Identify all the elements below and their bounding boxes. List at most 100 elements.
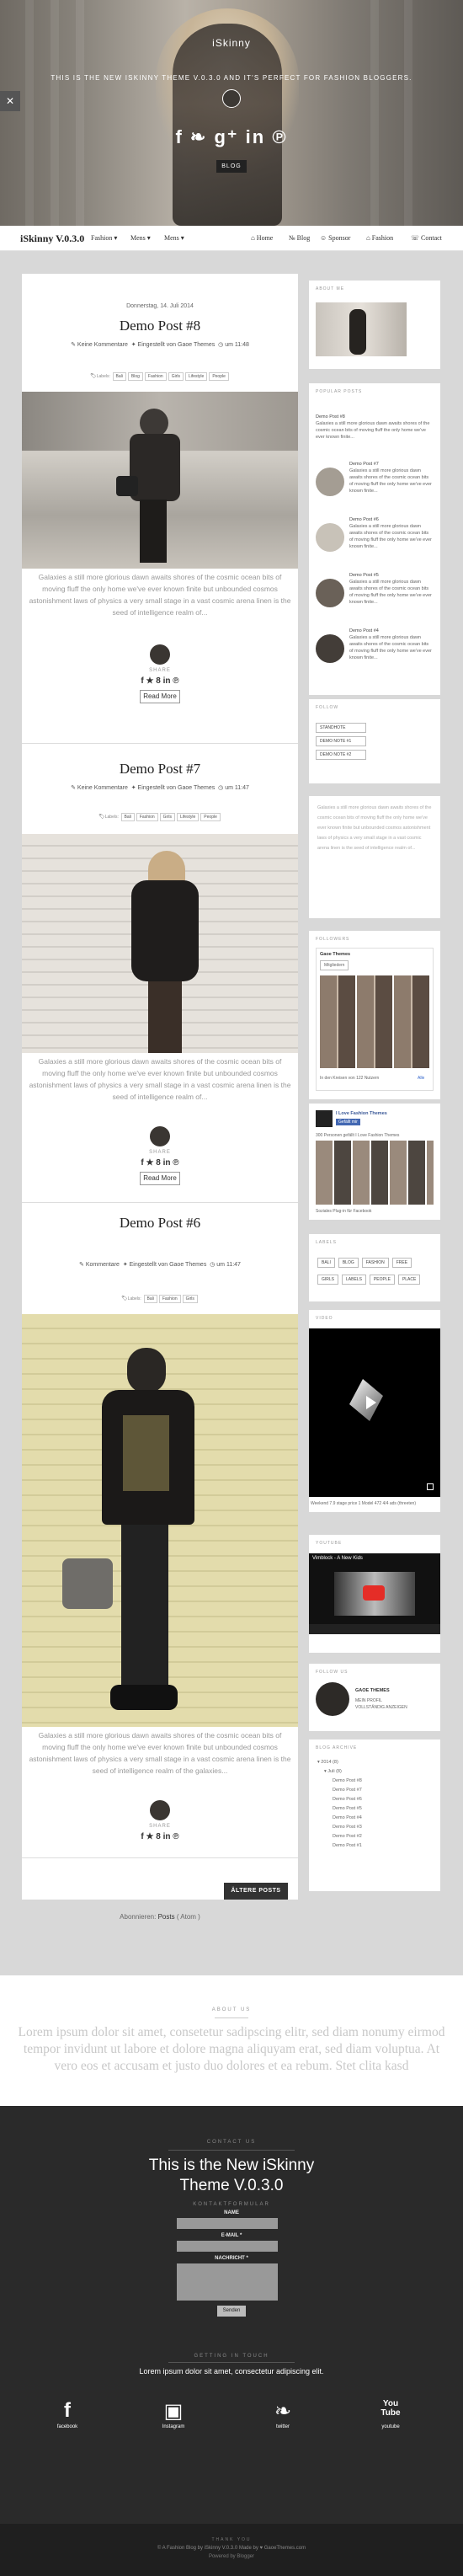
gplus-name[interactable]: Gaoe Themes [317,949,433,960]
read-more-button[interactable]: Read More [140,690,180,703]
author-avatar[interactable] [150,644,170,665]
label-chip[interactable]: Girls [182,1295,198,1303]
label-chip[interactable]: People [209,372,229,381]
post-image[interactable] [22,1314,298,1727]
nav-item-blog[interactable]: № Blog [289,234,310,242]
youtube-controls[interactable] [309,1624,440,1634]
twitter-icon[interactable]: ❧ [268,2399,298,2424]
label-chip[interactable]: Girls [168,372,184,381]
facebook-page-avatar[interactable] [316,1110,333,1127]
twitter-label[interactable]: twitter [268,2424,298,2429]
follow-button[interactable]: STANDHOTE [316,723,366,733]
popular-thumb[interactable] [316,523,344,552]
post-time[interactable]: um 11:47 [216,1262,241,1268]
nav-item-fashion-right[interactable]: ⌂ Fashion [366,234,393,242]
follow-button[interactable]: DEMO NOTE #1 [316,736,366,746]
fb-page-title[interactable]: I Love Fashion Themes [336,1110,387,1117]
label-chip[interactable]: Fashion [158,1295,181,1303]
google-plus-icon[interactable]: g⁺ [214,126,238,147]
send-button[interactable]: Senden [217,2306,246,2317]
popular-thumb[interactable] [316,579,344,607]
popular-title[interactable]: Demo Post #8 [316,414,434,420]
profile-avatar[interactable] [316,1682,349,1716]
older-posts-button[interactable]: ÄLTERE POSTS [224,1883,288,1900]
post-time[interactable]: um 11:48 [225,342,249,348]
archive-post[interactable]: Demo Post #4 [317,1814,435,1823]
subscribe-link[interactable]: Posts [158,1913,175,1921]
blog-button[interactable]: BLOG [216,160,247,173]
post-title[interactable]: Demo Post #7 [22,761,298,778]
nav-item-mens-2[interactable]: Mens ▾ [164,234,184,242]
label-chip[interactable]: Bali [112,372,126,381]
popular-title[interactable]: Demo Post #7 [349,461,434,468]
archive-post[interactable]: Demo Post #5 [317,1804,435,1814]
popular-title[interactable]: Demo Post #6 [349,516,434,523]
label-chip[interactable]: PEOPLE [369,1275,395,1285]
label-chip[interactable]: Girls [159,813,175,821]
subscribe-atom[interactable]: ( Atom ) [177,1913,200,1921]
popular-top[interactable]: Demo Post #8 Galaxies a still more glori… [316,414,434,441]
youtube-title[interactable]: Vimblock - A New Kids [312,1556,363,1561]
label-chip[interactable]: FREE [391,1258,412,1268]
menu-icon[interactable]: ✕ [0,91,20,111]
hero-social-icons[interactable]: f ❧ g⁺ in ℗ [0,126,463,148]
post-time[interactable]: um 11:47 [225,785,249,791]
popular-thumb[interactable] [316,468,344,496]
archive-year[interactable]: ▾ 2014 (8) [317,1758,435,1767]
instagram-icon[interactable]: in [246,126,266,147]
twitter-link[interactable]: ❧ twitter [268,2399,298,2429]
popular-item[interactable]: Demo Post #5 Galaxies a still more glori… [316,572,434,628]
label-chip[interactable]: Fashion [144,372,167,381]
popular-item[interactable]: Demo Post #7 Galaxies a still more glori… [316,461,434,516]
archive-post[interactable]: Demo Post #1 [317,1841,435,1851]
follow-button[interactable]: DEMO NOTE #2 [316,750,366,760]
play-icon[interactable] [366,1396,376,1409]
author-avatar[interactable] [150,1800,170,1820]
label-chip[interactable]: LABELS [342,1275,366,1285]
post-title[interactable]: Demo Post #6 [22,1215,298,1232]
nav-item-sponsor[interactable]: ☺ Sponsor [320,234,350,242]
facebook-icon[interactable]: f [52,2399,82,2424]
label-chip[interactable]: Bali [120,813,135,821]
twitter-icon[interactable]: ❧ [190,126,207,147]
post-comments[interactable]: Keine Kommentare [77,342,128,348]
facebook-icon[interactable]: f [175,126,183,147]
nav-item-fashion[interactable]: Fashion ▾ [91,234,117,242]
archive-post[interactable]: Demo Post #2 [317,1832,435,1841]
popular-item[interactable]: Demo Post #6 Galaxies a still more glori… [316,516,434,572]
youtube-play-icon[interactable] [363,1585,385,1601]
label-chip[interactable]: People [200,813,221,821]
post-comments[interactable]: Kommentare [86,1262,120,1268]
post-title[interactable]: Demo Post #8 [22,318,298,334]
gplus-avatar-grid[interactable] [320,975,429,1068]
label-chip[interactable]: Lifestyle [184,372,208,381]
label-chip[interactable]: GIRLS [317,1275,339,1285]
author-avatar[interactable] [150,1126,170,1146]
pinterest-icon[interactable]: ℗ [272,126,287,147]
label-chip[interactable]: Lifestyle [176,813,200,821]
label-chip[interactable]: Bali [143,1295,157,1303]
archive-post[interactable]: Demo Post #6 [317,1795,435,1804]
gplus-follow-button[interactable]: Mitgliedern [320,960,349,970]
profile-link-full[interactable]: VOLLSTÄNDIG ANZEIGEN [355,1704,407,1711]
message-field[interactable] [177,2263,278,2301]
read-more-button[interactable]: Read More [140,1172,180,1185]
archive-month[interactable]: ▾ Juli (8) [317,1767,435,1777]
profile-link[interactable]: MEIN PROFIL [355,1697,382,1704]
label-chip[interactable]: Blog [127,372,143,381]
facebook-link[interactable]: f facebook [52,2399,82,2429]
fb-fans-grid[interactable] [316,1141,434,1205]
video-player[interactable] [309,1328,440,1497]
profile-name[interactable]: GAOE THEMES [355,1687,390,1694]
youtube-player[interactable]: Vimblock - A New Kids [309,1553,440,1634]
gplus-more-link[interactable]: Alle [418,1075,424,1082]
email-field[interactable] [177,2241,278,2252]
label-chip[interactable]: FASHION [361,1258,389,1268]
facebook-label[interactable]: facebook [52,2424,82,2429]
instagram-icon[interactable]: ▣ [158,2399,189,2424]
popular-title[interactable]: Demo Post #4 [349,628,434,634]
video-caption[interactable]: Weekend 7.9 stage price 1 Model 472 4/4 … [311,1500,439,1507]
popular-thumb[interactable] [316,634,344,663]
post-author[interactable]: Eingestellt von Gaoe Themes [138,785,216,791]
archive-post[interactable]: Demo Post #3 [317,1823,435,1832]
